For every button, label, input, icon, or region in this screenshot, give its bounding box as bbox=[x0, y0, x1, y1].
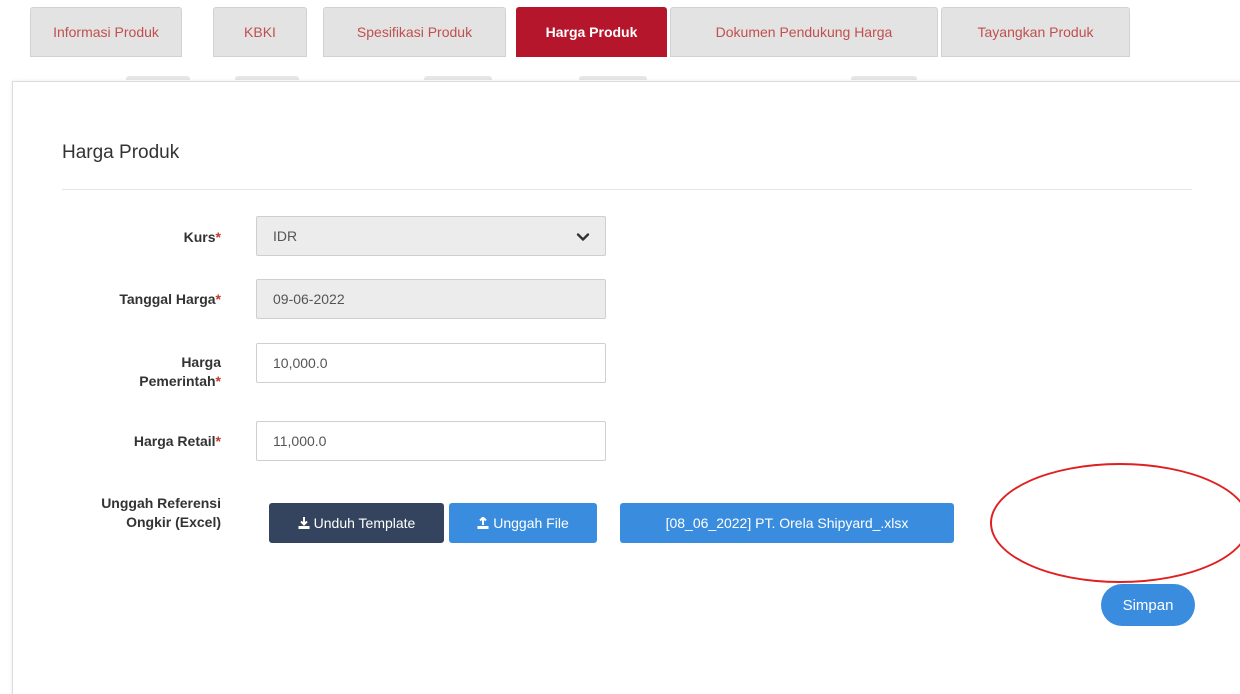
unggah-referensi-label: Unggah Referensi Ongkir (Excel) bbox=[33, 494, 221, 532]
harga-retail-label: Harga Retail* bbox=[53, 432, 221, 451]
harga-pemerintah-value: 10,000.0 bbox=[273, 355, 328, 371]
harga-pemerintah-label: Harga Pemerintah* bbox=[73, 353, 221, 391]
tab-tayangkan-produk[interactable]: Tayangkan Produk bbox=[941, 7, 1130, 57]
tab-harga-produk[interactable]: Harga Produk bbox=[516, 7, 667, 57]
kurs-select-value: IDR bbox=[273, 228, 298, 244]
simpan-label: Simpan bbox=[1122, 596, 1174, 614]
simpan-button[interactable]: Simpan bbox=[1101, 584, 1195, 626]
harga-retail-label-text: Harga Retail bbox=[133, 433, 216, 449]
unggah-file-button[interactable]: Unggah File bbox=[449, 503, 597, 543]
unggah-referensi-label-line1: Unggah Referensi bbox=[101, 495, 221, 511]
required-mark: * bbox=[215, 433, 221, 449]
unduh-template-label: Unduh Template bbox=[313, 515, 416, 531]
kurs-label: Kurs* bbox=[73, 228, 221, 247]
tanggal-harga-label: Tanggal Harga* bbox=[53, 290, 221, 309]
tab-shadow bbox=[579, 76, 647, 80]
download-icon bbox=[298, 517, 310, 529]
tanggal-harga-field[interactable]: 09-06-2022 bbox=[256, 279, 606, 319]
harga-pemerintah-input[interactable]: 10,000.0 bbox=[256, 343, 606, 383]
tanggal-harga-label-text: Tanggal Harga bbox=[119, 291, 216, 307]
tab-informasi-produk[interactable]: Informasi Produk bbox=[30, 7, 182, 57]
tab-shadow bbox=[851, 76, 917, 80]
unggah-file-label: Unggah File bbox=[493, 515, 569, 531]
kurs-select[interactable]: IDR bbox=[256, 216, 606, 256]
harga-retail-value: 11,000.0 bbox=[273, 433, 327, 449]
tab-kbki[interactable]: KBKI bbox=[213, 7, 307, 57]
upload-icon bbox=[477, 517, 489, 529]
required-mark: * bbox=[215, 291, 221, 307]
section-divider bbox=[62, 189, 1192, 190]
tab-dokumen-pendukung-harga[interactable]: Dokumen Pendukung Harga bbox=[670, 7, 938, 57]
harga-pemerintah-label-line1: Harga bbox=[181, 354, 221, 370]
section-title: Harga Produk bbox=[62, 142, 180, 163]
unggah-referensi-label-line2: Ongkir (Excel) bbox=[126, 514, 221, 530]
uploaded-file-button[interactable]: [08_06_2022] PT. Orela Shipyard_.xlsx bbox=[620, 503, 954, 543]
unduh-template-button[interactable]: Unduh Template bbox=[269, 503, 444, 543]
required-mark: * bbox=[215, 373, 221, 389]
harga-retail-input[interactable]: 11,000.0 bbox=[256, 421, 606, 461]
tab-shadow bbox=[235, 76, 299, 80]
harga-pemerintah-label-line2: Pemerintah bbox=[139, 373, 216, 389]
chevron-down-icon bbox=[576, 233, 590, 241]
tab-spesifikasi-produk[interactable]: Spesifikasi Produk bbox=[323, 7, 506, 57]
required-mark: * bbox=[215, 229, 221, 245]
tanggal-harga-value: 09-06-2022 bbox=[273, 291, 345, 307]
page: Informasi Produk KBKI Spesifikasi Produk… bbox=[0, 0, 1240, 694]
harga-produk-panel: Harga Produk Kurs* IDR Tanggal Harga* 09… bbox=[12, 81, 1240, 694]
kurs-label-text: Kurs bbox=[183, 229, 216, 245]
tab-shadow bbox=[126, 76, 190, 80]
uploaded-file-name: [08_06_2022] PT. Orela Shipyard_.xlsx bbox=[665, 515, 909, 531]
tab-shadow bbox=[424, 76, 492, 80]
harga-pemerintah-label-line2-wrap: Pemerintah* bbox=[73, 372, 221, 391]
